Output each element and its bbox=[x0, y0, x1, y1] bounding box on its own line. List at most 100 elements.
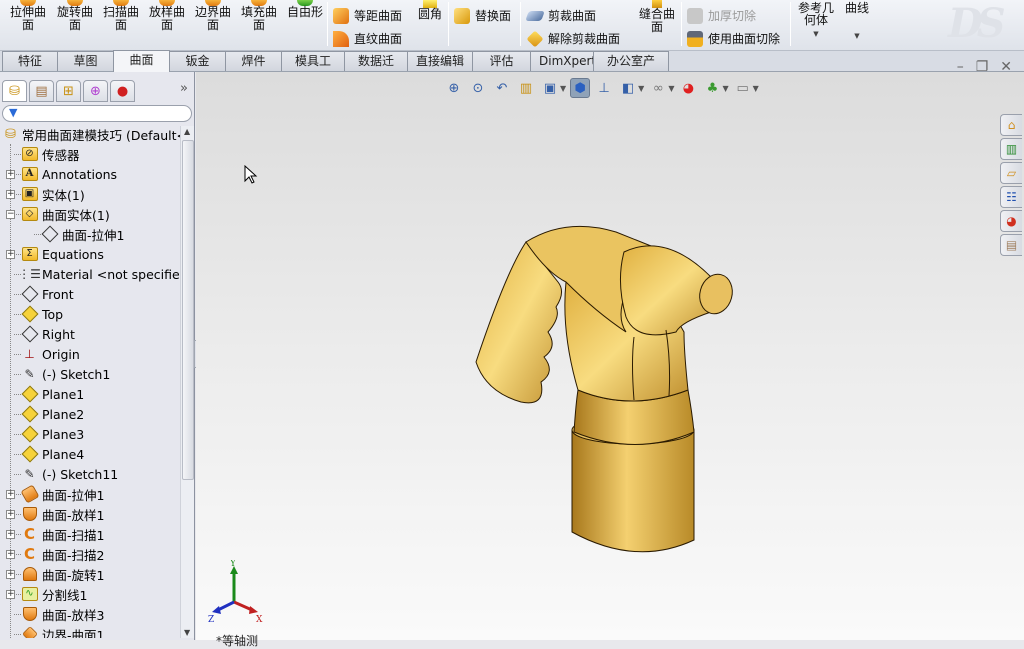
close-icon[interactable]: ✕ bbox=[1000, 59, 1012, 75]
configurationmanager-tab[interactable]: ⊞ bbox=[56, 80, 81, 102]
zoom-to-fit-icon[interactable]: ⊕ bbox=[444, 78, 464, 98]
appearances-icon[interactable]: ◕ bbox=[1000, 210, 1022, 232]
tree-node[interactable]: + 曲面-旋转1 bbox=[0, 564, 180, 584]
tree-node[interactable]: + ∿ 分割线1 bbox=[0, 584, 180, 604]
tree-node[interactable]: ✎ (-) Sketch1 bbox=[0, 364, 180, 384]
view-orientation-icon[interactable]: ▣ bbox=[540, 78, 560, 98]
tree-node[interactable]: 曲面-放样3 bbox=[0, 604, 180, 624]
dimxpert-tab[interactable]: ⊕ bbox=[83, 80, 108, 102]
tree-node[interactable]: Front bbox=[0, 284, 180, 304]
tab-direct-editing[interactable]: 直接编辑 bbox=[407, 51, 473, 71]
tree-node[interactable]: Plane4 bbox=[0, 444, 180, 464]
tree-node[interactable]: ⊘ 传感器 bbox=[0, 144, 180, 164]
apply-scene-icon[interactable]: ∞ bbox=[648, 78, 668, 98]
freeform-button[interactable]: 自由形 bbox=[284, 0, 326, 19]
home-icon[interactable]: ⌂ bbox=[1000, 114, 1022, 136]
filled-surface-button[interactable]: 填充曲面 bbox=[238, 0, 280, 32]
view-palette-icon[interactable]: ☷ bbox=[1000, 186, 1022, 208]
tree-scrollbar[interactable]: ▲ ▼ bbox=[180, 126, 194, 638]
screen-capture-icon[interactable]: ▭ bbox=[733, 78, 753, 98]
swept-surface-button[interactable]: 扫描曲面 bbox=[100, 0, 142, 32]
tree-node[interactable]: + Σ Equations bbox=[0, 244, 180, 264]
section-view-icon[interactable]: ▥ bbox=[516, 78, 536, 98]
tree-node[interactable]: ⋮☰ Material <not specified bbox=[0, 264, 180, 284]
3d-model-hair-dryer[interactable] bbox=[466, 222, 746, 562]
fillet-button[interactable]: 圆角 bbox=[414, 0, 446, 21]
graphics-area[interactable]: ⊕ ⊙ ↶ ▥ ▣ ▼ ⬢ ⊥ ◧ ▼ ∞ ▼ ◕ ♣ ▼ ▭ ▼ – ❐ ✕ ⌂ ▥ ▱… bbox=[196, 59, 1024, 648]
tree-node[interactable]: + C 曲面-扫描2 bbox=[0, 544, 180, 564]
tree-node[interactable]: Right bbox=[0, 324, 180, 344]
hide-show-icon[interactable]: ⊥ bbox=[594, 78, 614, 98]
tree-node[interactable]: 边界-曲面1 bbox=[0, 624, 180, 638]
tree-filter-input[interactable]: ▼ bbox=[2, 105, 192, 122]
tree-node[interactable]: Plane2 bbox=[0, 404, 180, 424]
lofted-surface-button[interactable]: 放样曲面 bbox=[146, 0, 188, 32]
tree-root[interactable]: ⛁ 常用曲面建模技巧 (Default< bbox=[0, 126, 180, 144]
untrim-surface-button[interactable]: 解除剪裁曲面 bbox=[526, 30, 620, 47]
chevron-down-icon[interactable]: ▼ bbox=[668, 84, 674, 93]
zoom-to-area-icon[interactable]: ⊙ bbox=[468, 78, 488, 98]
cut-with-surface-button[interactable]: 使用曲面切除 bbox=[687, 30, 780, 47]
tree-node[interactable]: 曲面-拉伸1 bbox=[0, 224, 180, 244]
tree-node[interactable]: Top bbox=[0, 304, 180, 324]
scroll-up-arrow[interactable]: ▲ bbox=[184, 127, 190, 136]
tab-sketch[interactable]: 草图 bbox=[57, 51, 114, 71]
display-style-icon[interactable]: ⬢ bbox=[570, 78, 591, 98]
tab-dimxpert[interactable]: DimXpert bbox=[530, 51, 596, 71]
tab-sheet-metal[interactable]: 钣金 bbox=[169, 51, 226, 71]
tree-node[interactable]: ✎ (-) Sketch11 bbox=[0, 464, 180, 484]
tab-surfaces[interactable]: 曲面 bbox=[113, 50, 170, 72]
tab-features[interactable]: 特征 bbox=[2, 51, 58, 71]
knit-surface-button[interactable]: 缝合曲面 bbox=[636, 0, 678, 34]
view-settings-icon[interactable]: ◕ bbox=[678, 78, 698, 98]
tab-weldments[interactable]: 焊件 bbox=[225, 51, 282, 71]
boundary-surface-button[interactable]: 边界曲面 bbox=[192, 0, 234, 32]
chevron-down-icon[interactable]: ▼ bbox=[560, 84, 566, 93]
expand-panel-chevron[interactable]: » bbox=[180, 81, 188, 96]
chevron-down-icon[interactable]: ▼ bbox=[638, 84, 644, 93]
tree-node[interactable]: ⊥ Origin bbox=[0, 344, 180, 364]
featuremanager-panel: ⛁ ▤ ⊞ ⊕ ● » ▼ ⛁ 常用曲面建模技巧 (Default< ⊘ 传感器 +… bbox=[0, 72, 195, 640]
curves-button[interactable]: 曲线 ▼ bbox=[842, 2, 872, 43]
tree-node[interactable]: + A Annotations bbox=[0, 164, 180, 184]
ruled-surface-button[interactable]: 直纹曲面 bbox=[333, 30, 402, 47]
design-library-icon[interactable]: ▥ bbox=[1000, 138, 1022, 160]
tree-node[interactable]: + 曲面-放样1 bbox=[0, 504, 180, 524]
featuremanager-tab[interactable]: ⛁ bbox=[2, 80, 27, 102]
replace-face-button[interactable]: 替换面 bbox=[454, 7, 511, 24]
tab-evaluate[interactable]: 评估 bbox=[472, 51, 531, 71]
tree-connector bbox=[14, 294, 21, 295]
tree-node[interactable]: − ◇ 曲面实体(1) bbox=[0, 204, 180, 224]
restore-icon[interactable]: ❐ bbox=[976, 59, 989, 75]
previous-view-icon[interactable]: ↶ bbox=[492, 78, 512, 98]
thicken-cut-button[interactable]: 加厚切除 bbox=[687, 7, 756, 24]
tab-data-migration[interactable]: 数据迁移 bbox=[344, 51, 408, 87]
tab-office-products[interactable]: 办公室产品 bbox=[593, 51, 669, 87]
tree-connector bbox=[14, 514, 21, 515]
scroll-down-arrow[interactable]: ▼ bbox=[184, 628, 190, 637]
custom-properties-icon[interactable]: ▤ bbox=[1000, 234, 1022, 256]
propertymanager-tab[interactable]: ▤ bbox=[29, 80, 54, 102]
file-explorer-icon[interactable]: ▱ bbox=[1000, 162, 1022, 184]
display-manager-tab[interactable]: ● bbox=[110, 80, 135, 102]
tree-node[interactable]: Plane1 bbox=[0, 384, 180, 404]
minimize-icon[interactable]: – bbox=[957, 59, 964, 75]
scroll-thumb[interactable] bbox=[182, 140, 194, 480]
tree-node[interactable]: + 曲面-拉伸1 bbox=[0, 484, 180, 504]
extruded-surface-button[interactable]: 拉伸曲面 bbox=[8, 0, 48, 32]
reference-geometry-button[interactable]: 参考几何体 ▼ bbox=[795, 2, 837, 40]
tree-node-label: 边界-曲面1 bbox=[42, 627, 105, 639]
tree-connector bbox=[14, 614, 21, 615]
offset-surface-button[interactable]: 等距曲面 bbox=[333, 7, 402, 24]
tree-node[interactable]: + ▣ 实体(1) bbox=[0, 184, 180, 204]
tree-node[interactable]: + C 曲面-扫描1 bbox=[0, 524, 180, 544]
tree-node-label: 传感器 bbox=[42, 147, 80, 163]
revolved-surface-button[interactable]: 旋转曲面 bbox=[54, 0, 96, 32]
tab-mold-tools[interactable]: 模具工具 bbox=[281, 51, 345, 87]
chevron-down-icon[interactable]: ▼ bbox=[753, 84, 759, 93]
trim-surface-button[interactable]: 剪裁曲面 bbox=[525, 7, 596, 24]
tree-node[interactable]: Plane3 bbox=[0, 424, 180, 444]
edit-appearance-icon[interactable]: ◧ bbox=[618, 78, 638, 98]
realview-icon[interactable]: ♣ bbox=[702, 78, 722, 98]
chevron-down-icon[interactable]: ▼ bbox=[722, 84, 728, 93]
